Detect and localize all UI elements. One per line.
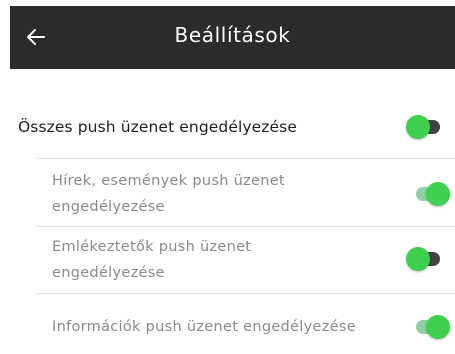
setting-label-news-events-line1: Hírek, események push üzenet [52, 173, 285, 189]
setting-label-reminders-line1: Emlékeztetők push üzenet [52, 239, 252, 255]
toggle-knob [426, 315, 450, 339]
toggle-reminders[interactable] [406, 246, 444, 272]
setting-row-reminders: Emlékeztetők push üzenet engedélyezése [0, 234, 455, 288]
setting-label-reminders-line2: engedélyezése [52, 265, 165, 281]
toggle-information[interactable] [412, 314, 450, 340]
page-title: Beállítások [174, 23, 291, 47]
setting-row-news-events: Hírek, események push üzenet engedélyezé… [0, 168, 455, 222]
toggle-knob [406, 247, 430, 271]
toggle-all-push[interactable] [406, 114, 444, 140]
setting-label-all-push: Összes push üzenet engedélyezése [18, 118, 297, 136]
app-header: Beállítások [10, 6, 455, 69]
toggle-knob [426, 182, 450, 206]
divider [36, 293, 455, 294]
setting-row-all-push: Összes push üzenet engedélyezése [0, 113, 455, 143]
setting-row-information: Információk push üzenet engedélyezése [0, 313, 455, 343]
divider [36, 158, 455, 159]
setting-label-news-events-line2: engedélyezése [52, 199, 165, 215]
setting-label-information: Információk push üzenet engedélyezése [52, 319, 356, 335]
toggle-knob [406, 115, 430, 139]
divider [36, 226, 455, 227]
toggle-news-events[interactable] [412, 181, 450, 207]
